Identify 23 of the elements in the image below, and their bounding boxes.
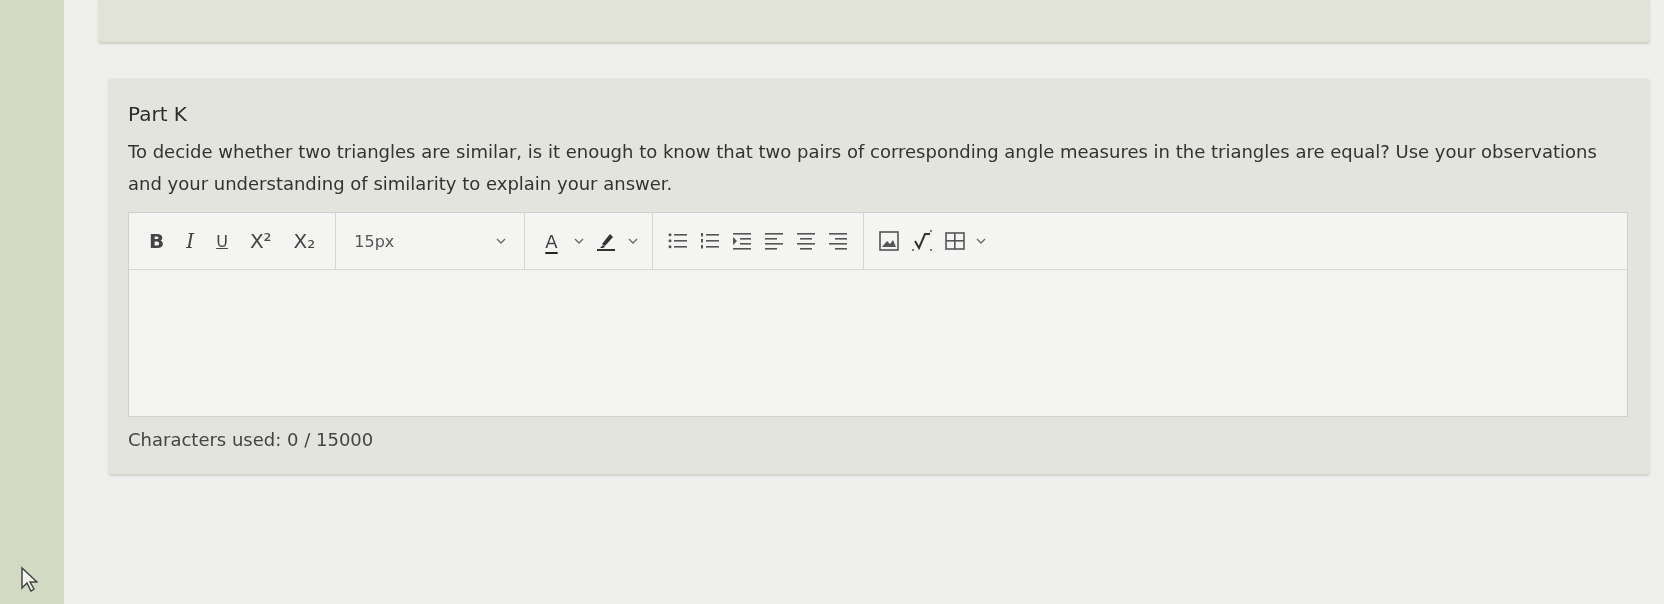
italic-button[interactable]: I — [180, 227, 201, 255]
align-center-icon[interactable] — [794, 230, 817, 252]
part-title: Part K — [128, 102, 188, 126]
numbered-list-icon[interactable] — [698, 230, 721, 252]
subscript-button[interactable]: X₂ — [287, 227, 322, 255]
superscript-button[interactable]: X² — [243, 227, 278, 255]
caret-icon — [496, 238, 507, 244]
question-text: To decide whether two triangles are similar, is it enough to know that two pairs of corresponding angle measures in the triangles are equal? Use your observations and your understanding of similarity to explain your answer. — [128, 140, 1598, 196]
table-icon[interactable] — [943, 230, 966, 252]
formula-icon[interactable] — [909, 229, 934, 253]
align-left-icon[interactable] — [762, 230, 785, 252]
caret-icon — [975, 238, 986, 244]
align-right-icon[interactable] — [826, 230, 849, 252]
image-icon[interactable] — [877, 230, 900, 252]
text-color-button[interactable]: A — [539, 228, 564, 254]
font-size-dropdown[interactable]: 15px — [350, 231, 511, 251]
cursor-icon — [20, 566, 38, 592]
caret-icon — [627, 238, 638, 244]
caret-icon — [573, 238, 584, 244]
underline-button[interactable]: U — [210, 229, 234, 253]
character-counter: Characters used: 0 / 15000 — [128, 429, 375, 450]
bold-button[interactable]: B — [143, 227, 171, 255]
indent-icon[interactable] — [730, 230, 753, 252]
